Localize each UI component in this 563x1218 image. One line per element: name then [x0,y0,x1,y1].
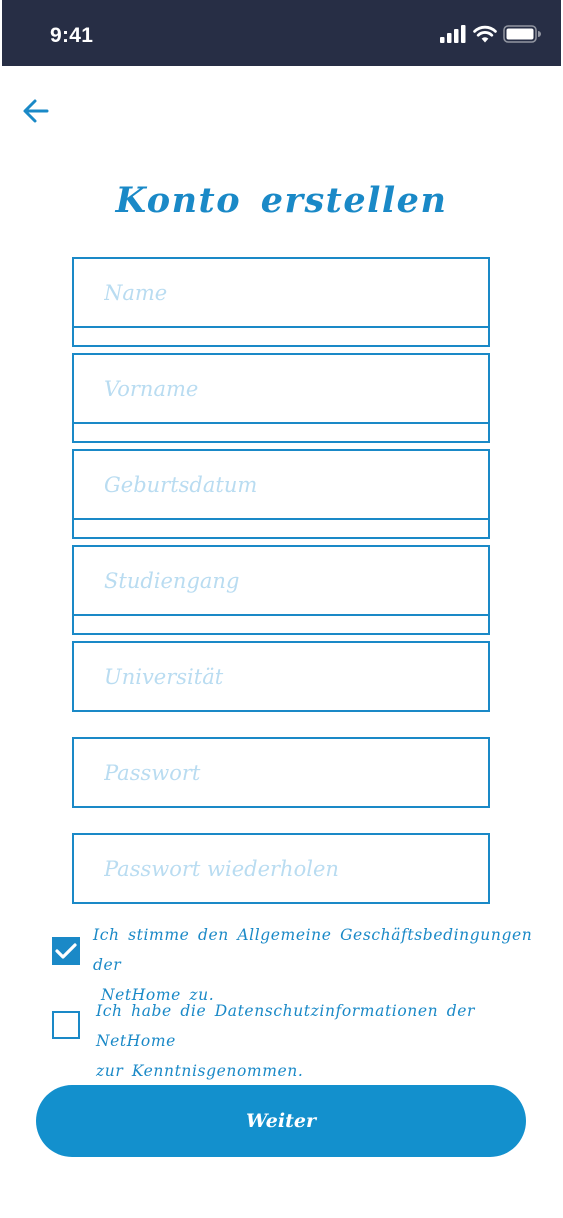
status-bar: 9:41 [2,0,561,66]
terms-line-1: Ich stimme den Allgemeine Geschäftsbedin… [93,926,533,974]
geburtsdatum-input[interactable] [74,451,488,518]
field-underlay [72,517,490,539]
privacy-checkbox[interactable] [52,1011,80,1039]
name-input[interactable] [74,259,488,326]
privacy-line-2: zur Kenntnisgenommen. [96,1062,304,1080]
password-repeat-input[interactable] [74,835,488,902]
field-underlay [72,421,490,443]
next-button[interactable]: Weiter [36,1085,526,1157]
page-title: Konto erstellen [115,180,448,221]
back-button[interactable] [20,96,52,126]
privacy-consent-text: Ich habe die Datenschutzinformationen de… [96,996,563,1086]
universitaet-field [72,641,490,712]
universitaet-input[interactable] [74,643,488,710]
passwort-field [72,737,490,808]
field-underlay [72,613,490,635]
studiengang-field [72,545,490,616]
studiengang-input[interactable] [74,547,488,614]
vorname-input[interactable] [74,355,488,422]
arrow-left-icon [23,99,49,123]
battery-icon [503,25,541,43]
status-time: 9:41 [50,24,94,47]
vorname-field [72,353,490,424]
privacy-line-1: Ich habe die Datenschutzinformationen de… [96,1002,476,1050]
passwort-wiederholen-field [72,833,490,904]
wifi-icon [473,25,497,43]
cellular-signal-icon [440,25,466,43]
password-input[interactable] [74,739,488,806]
terms-checkbox[interactable] [52,937,80,965]
field-underlay [72,325,490,347]
name-field [72,257,490,328]
checkmark-icon [55,943,77,959]
geburtsdatum-field [72,449,490,520]
